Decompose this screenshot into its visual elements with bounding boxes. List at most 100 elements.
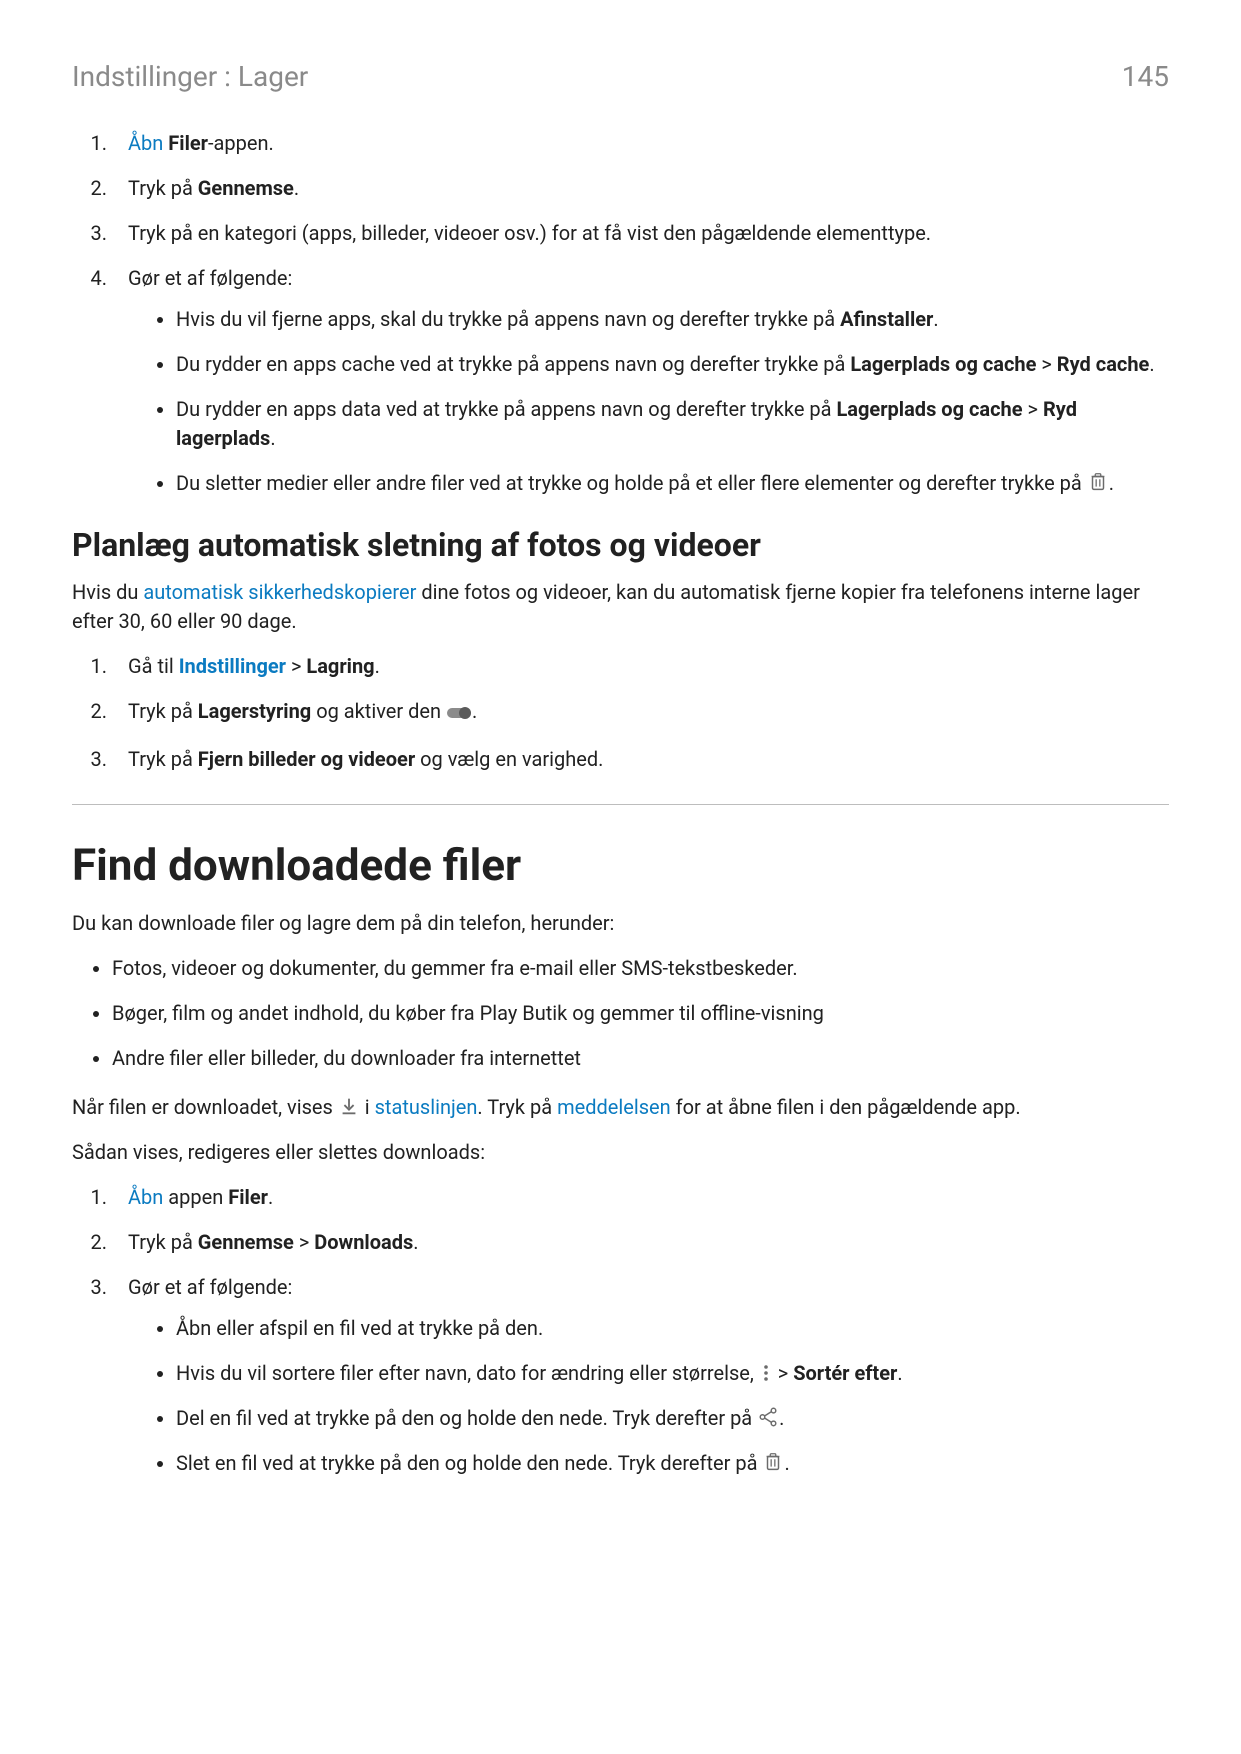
text: . <box>1109 471 1114 495</box>
text: > <box>294 1230 314 1254</box>
text: Slet en fil ved at trykke på den og hold… <box>176 1451 762 1475</box>
toggle-on-icon <box>446 700 472 729</box>
text: . <box>1149 352 1154 376</box>
text: og aktiver den <box>311 699 446 723</box>
text-bold: Sortér efter <box>793 1361 897 1385</box>
text: Hvis du <box>72 580 143 604</box>
list-item: Gå til Indstillinger > Lagring. <box>112 652 1169 681</box>
sub-bullet-list: Hvis du vil fjerne apps, skal du trykke … <box>128 305 1169 498</box>
text: > <box>1023 397 1043 421</box>
section-heading-schedule: Planlæg automatisk sletning af fotos og … <box>72 526 1169 564</box>
text-bold: Lagerstyring <box>198 699 311 723</box>
list-item: Tryk på Fjern billeder og videoer og væl… <box>112 745 1169 774</box>
list-item: Hvis du vil fjerne apps, skal du trykke … <box>176 305 1169 334</box>
text: Tryk på <box>128 1230 198 1254</box>
steps-list-1: Åbn Filer-appen. Tryk på Gennemse. Tryk … <box>72 129 1169 498</box>
download-icon <box>338 1095 360 1117</box>
sub-bullet-list: Åbn eller afspil en fil ved at trykke på… <box>128 1314 1169 1478</box>
text: Hvis du vil sortere filer efter navn, da… <box>176 1361 759 1385</box>
text: Tryk på <box>128 747 198 771</box>
list-item: Åbn appen Filer. <box>112 1183 1169 1212</box>
breadcrumb: Indstillinger : Lager <box>72 60 308 93</box>
text: . <box>784 1451 789 1475</box>
paragraph: Du kan downloade filer og lagre dem på d… <box>72 909 1169 938</box>
list-item: Del en fil ved at trykke på den og holde… <box>176 1404 1169 1433</box>
settings-link[interactable]: Indstillinger <box>179 654 286 678</box>
list-item: Tryk på Lagerstyring og aktiver den . <box>112 697 1169 729</box>
list-item: Du rydder en apps data ved at trykke på … <box>176 395 1169 453</box>
open-link[interactable]: Åbn <box>128 1185 163 1209</box>
steps-list-2: Gå til Indstillinger > Lagring. Tryk på … <box>72 652 1169 774</box>
open-link[interactable]: Åbn <box>128 131 163 155</box>
list-item: Du sletter medier eller andre filer ved … <box>176 469 1169 498</box>
trash-icon <box>1087 471 1109 493</box>
text-bold: Afinstaller <box>840 307 933 331</box>
text: -appen. <box>208 131 274 155</box>
list-item: Bøger, film og andet indhold, du køber f… <box>112 999 1169 1028</box>
auto-backup-link[interactable]: automatisk sikkerhedskopierer <box>143 580 416 604</box>
text: > <box>1036 352 1056 376</box>
text: . Tryk på <box>477 1095 557 1119</box>
bullet-list: Fotos, videoer og dokumenter, du gemmer … <box>72 954 1169 1073</box>
text-bold: Ryd cache <box>1057 352 1150 376</box>
text: . <box>472 699 477 723</box>
list-item: Åbn Filer-appen. <box>112 129 1169 158</box>
list-item: Tryk på Gennemse. <box>112 174 1169 203</box>
list-item: Fotos, videoer og dokumenter, du gemmer … <box>112 954 1169 983</box>
text: . <box>294 176 299 200</box>
text-bold: Lagring <box>306 654 374 678</box>
text-bold: Filer <box>168 131 208 155</box>
paragraph: Når filen er downloadet, vises i statusl… <box>72 1093 1169 1122</box>
list-item: Åbn eller afspil en fil ved at trykke på… <box>176 1314 1169 1343</box>
paragraph: Sådan vises, redigeres eller slettes dow… <box>72 1138 1169 1167</box>
statusbar-link[interactable]: statuslinjen <box>375 1095 478 1119</box>
text: for at åbne filen i den pågældende app. <box>671 1095 1021 1119</box>
divider <box>72 804 1169 805</box>
text: og vælg en varighed. <box>415 747 603 771</box>
text-bold: Fjern billeder og videoer <box>198 747 415 771</box>
text: . <box>413 1230 418 1254</box>
text: Når filen er downloadet, vises <box>72 1095 338 1119</box>
more-vert-icon <box>759 1363 773 1383</box>
text: i <box>360 1095 375 1119</box>
text: > <box>773 1361 793 1385</box>
text: . <box>779 1406 784 1430</box>
text-bold: Lagerplads og cache <box>836 397 1022 421</box>
trash-icon <box>762 1451 784 1473</box>
text: Del en fil ved at trykke på den og holde… <box>176 1406 757 1430</box>
text: Tryk på <box>128 699 198 723</box>
text: . <box>897 1361 902 1385</box>
text: Hvis du vil fjerne apps, skal du trykke … <box>176 307 840 331</box>
list-item: Hvis du vil sortere filer efter navn, da… <box>176 1359 1169 1388</box>
list-item: Slet en fil ved at trykke på den og hold… <box>176 1449 1169 1478</box>
text: . <box>270 426 275 450</box>
text: Gør et af følgende: <box>128 266 292 290</box>
text: . <box>933 307 938 331</box>
share-icon <box>757 1406 779 1428</box>
text-bold: Gennemse <box>198 1230 294 1254</box>
text: > <box>286 654 306 678</box>
text: Tryk på <box>128 176 198 200</box>
text: Gør et af følgende: <box>128 1275 292 1299</box>
page: Indstillinger : Lager 145 Åbn Filer-appe… <box>0 0 1241 1754</box>
list-item: Gør et af følgende: Åbn eller afspil en … <box>112 1273 1169 1478</box>
text: Du rydder en apps cache ved at trykke på… <box>176 352 850 376</box>
steps-list-3: Åbn appen Filer. Tryk på Gennemse > Down… <box>72 1183 1169 1478</box>
page-number: 145 <box>1122 60 1169 93</box>
paragraph: Hvis du automatisk sikkerhedskopierer di… <box>72 578 1169 636</box>
notification-link[interactable]: meddelelsen <box>557 1095 671 1119</box>
list-item: Gør et af følgende: Hvis du vil fjerne a… <box>112 264 1169 498</box>
text: . <box>375 654 380 678</box>
list-item: Tryk på en kategori (apps, billeder, vid… <box>112 219 1169 248</box>
text: Du sletter medier eller andre filer ved … <box>176 471 1087 495</box>
text: appen <box>163 1185 228 1209</box>
text: Gå til <box>128 654 179 678</box>
list-item: Du rydder en apps cache ved at trykke på… <box>176 350 1169 379</box>
text-bold: Gennemse <box>198 176 294 200</box>
section-heading-downloads: Find downloadede filer <box>72 839 1169 891</box>
text: . <box>268 1185 273 1209</box>
text-bold: Filer <box>228 1185 268 1209</box>
page-header: Indstillinger : Lager 145 <box>72 60 1169 93</box>
text-bold: Lagerplads og cache <box>850 352 1036 376</box>
text: Du rydder en apps data ved at trykke på … <box>176 397 836 421</box>
